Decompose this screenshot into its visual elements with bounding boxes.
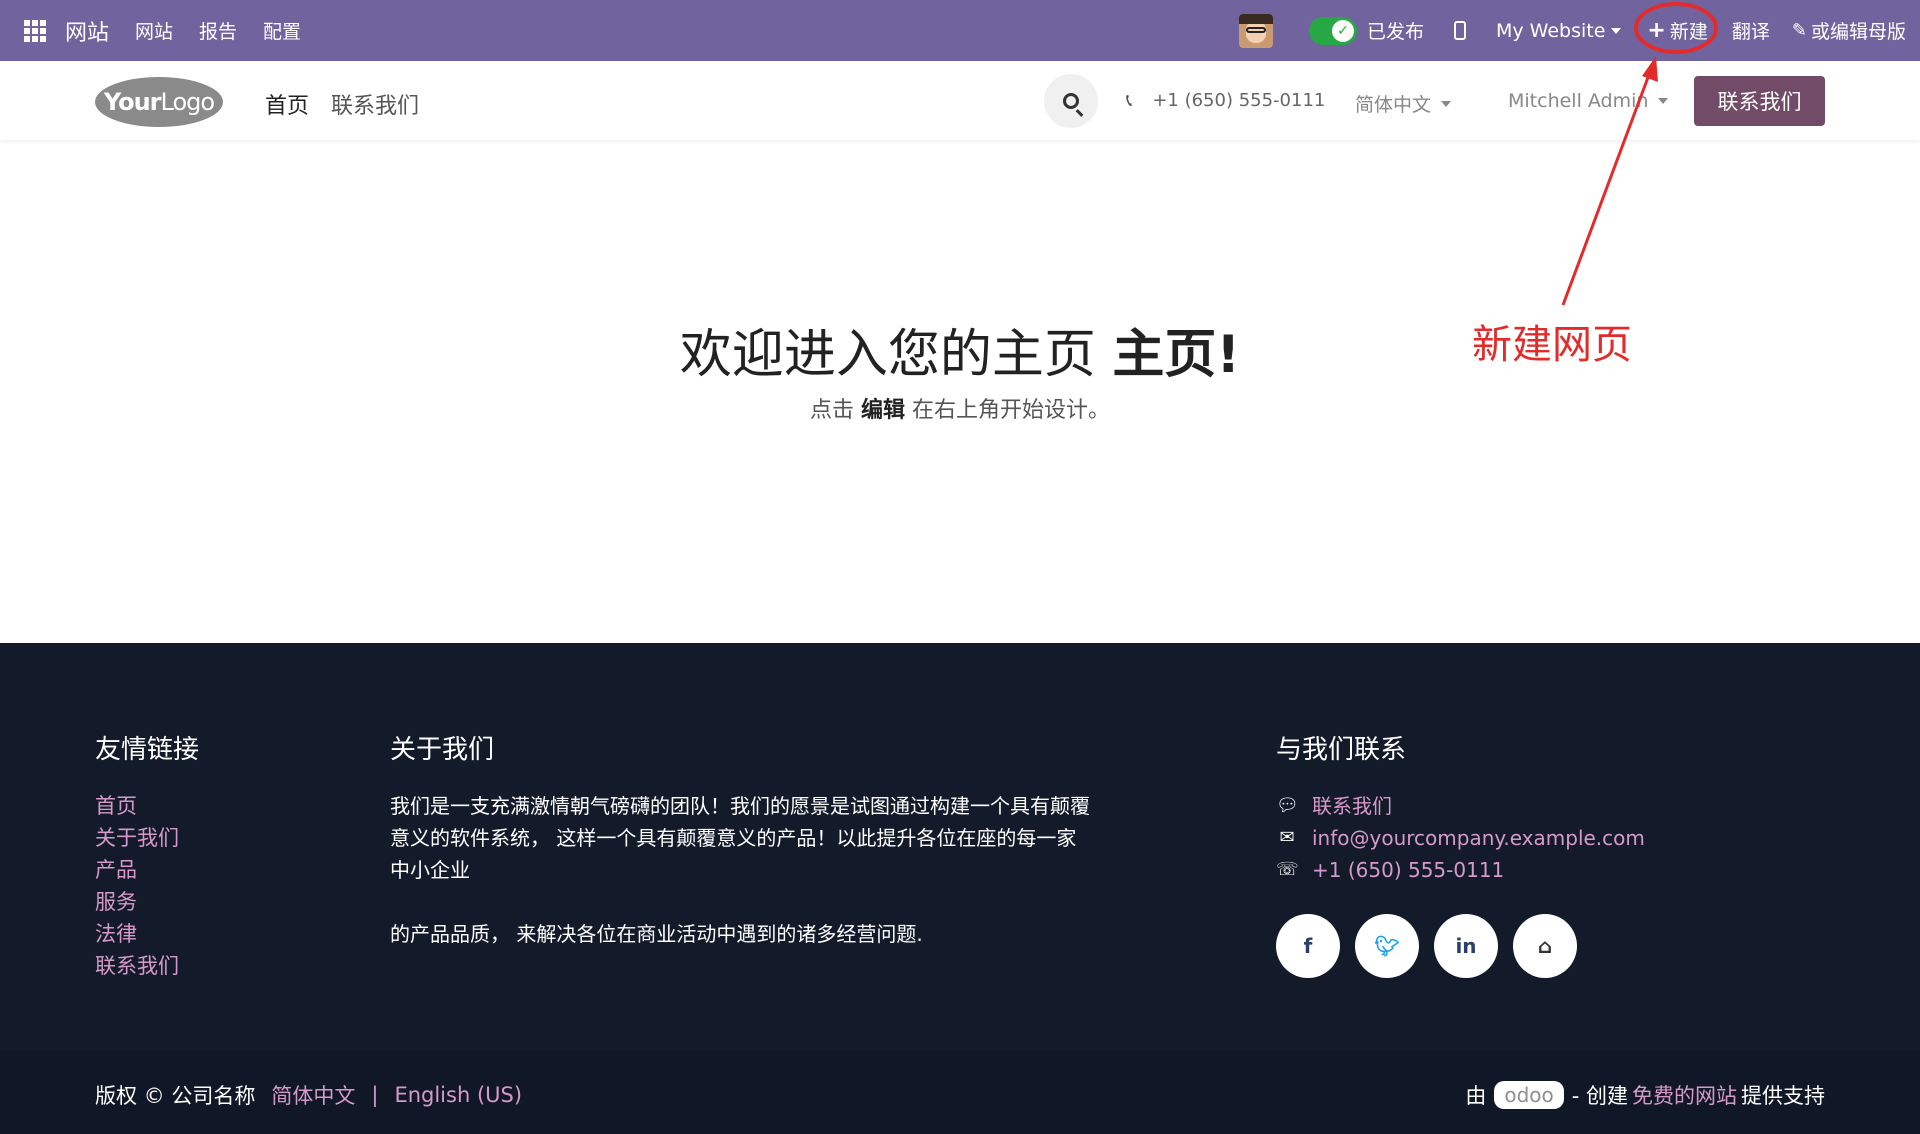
language-label: 简体中文 (1355, 94, 1432, 116)
publish-toggle[interactable]: ✓ (1308, 16, 1357, 45)
header-phone-number: +1 (650) 555-0111 (1152, 90, 1326, 111)
footer-link-services[interactable]: 服务 (95, 886, 199, 918)
footer-phone: +1 (650) 555-0111 (1312, 858, 1505, 882)
footer-about-title: 关于我们 (390, 735, 495, 765)
home-icon[interactable]: ⌂ (1513, 914, 1577, 978)
footer-link-contact[interactable]: 联系我们 (95, 950, 199, 982)
phone-icon: ☏ (1276, 859, 1299, 880)
subtitle-bold: 编辑 (860, 398, 905, 423)
copyright-bar: 版权 © 公司名称 简体中文 | English (US) 由 odoo - 创… (0, 1050, 1920, 1134)
admin-bar: 网站 网站 报告 配置 ✓ 已发布 My Website + 新建 翻译 ✎ 或… (0, 0, 1920, 61)
footer-link-legal[interactable]: 法律 (95, 918, 199, 950)
edit-button[interactable]: ✎ 或编辑母版 (1792, 17, 1906, 44)
linkedin-icon[interactable]: in (1434, 914, 1498, 978)
footer: 友情链接 首页 关于我们 产品 服务 法律 联系我们 关于我们 我们是一支充满激… (0, 643, 1920, 1050)
search-button[interactable] (1044, 74, 1098, 128)
nav-home[interactable]: 首页 (265, 88, 309, 120)
logo-text-logo: Logo (160, 88, 216, 116)
user-name: Mitchell Admin (1508, 90, 1649, 112)
lang-zh-link[interactable]: 简体中文 (271, 1080, 355, 1110)
check-icon: ✓ (1331, 19, 1354, 42)
site-header: Your Logo 首页 联系我们 📞︎ +1 (650) 555-0111 简体… (0, 61, 1920, 140)
subtitle-prefix: 点击 (809, 398, 854, 423)
powered-by-create: - 创建 (1571, 1084, 1628, 1108)
title-suffix: ! (1216, 325, 1241, 385)
admin-bar-right: ✓ 已发布 My Website + 新建 翻译 ✎ 或编辑母版 (1238, 0, 1920, 61)
free-website-link[interactable]: 免费的网站 (1632, 1080, 1737, 1110)
footer-phone-link[interactable]: ☏ +1 (650) 555-0111 (1276, 854, 1645, 886)
publish-label[interactable]: 已发布 (1367, 17, 1424, 44)
footer-email: info@yourcompany.example.com (1312, 826, 1645, 850)
chevron-down-icon (1441, 100, 1452, 107)
user-menu[interactable]: Mitchell Admin (1508, 90, 1669, 112)
footer-link-products[interactable]: 产品 (95, 854, 199, 886)
menu-reports[interactable]: 报告 (199, 17, 237, 44)
nav-contact[interactable]: 联系我们 (331, 88, 419, 120)
main-nav: 首页 联系我们 (265, 88, 441, 120)
footer-contact-column: 与我们联系 💬︎ 联系我们 ✉ info@yourcompany.example… (1276, 729, 1645, 978)
footer-email-link[interactable]: ✉ info@yourcompany.example.com (1276, 822, 1645, 854)
footer-links-column: 友情链接 首页 关于我们 产品 服务 法律 联系我们 (95, 729, 199, 982)
user-avatar[interactable] (1238, 13, 1273, 48)
search-icon (1063, 93, 1079, 109)
app-brand[interactable]: 网站 (65, 15, 109, 47)
page-subtitle: 点击 编辑 在右上角开始设计。 (0, 392, 1920, 424)
edit-label: 或编辑母版 (1810, 21, 1906, 43)
logo-text-your: Your (103, 88, 162, 116)
footer-contact-title: 与我们联系 (1276, 735, 1407, 765)
title-bold: 主页 (1112, 325, 1217, 385)
lang-separator: | (371, 1083, 379, 1107)
website-select[interactable]: My Website (1496, 19, 1622, 42)
copyright-text: 版权 © 公司名称 (95, 1084, 256, 1108)
footer-about-text-1: 我们是一支充满激情朝气磅礴的团队！我们的愿景是试图通过构建一个具有颠覆意义的软件… (390, 794, 1090, 882)
new-page-button[interactable]: + 新建 (1647, 17, 1707, 44)
subtitle-suffix: 在右上角开始设计。 (912, 398, 1111, 423)
translate-button[interactable]: 翻译 (1732, 17, 1770, 44)
header-phone[interactable]: 📞︎ +1 (650) 555-0111 (1126, 90, 1325, 111)
powered-by-suffix: 提供支持 (1741, 1084, 1825, 1108)
new-page-label: 新建 (1669, 21, 1708, 43)
website-select-label: My Website (1496, 19, 1606, 42)
chevron-down-icon (1611, 27, 1622, 34)
language-select[interactable]: 简体中文 (1355, 90, 1452, 117)
twitter-icon[interactable]: 🐦︎ (1355, 914, 1419, 978)
footer-about-text-2: 的产品品质， 来解决各位在商业活动中遇到的诸多经营问题. (390, 922, 923, 946)
annotation-label: 新建网页 (1472, 322, 1632, 368)
page-title: 欢迎进入您的主页 主页! (0, 312, 1920, 387)
social-links: f 🐦︎ in ⌂ (1276, 914, 1645, 978)
footer-contact-link-label: 联系我们 (1312, 794, 1392, 818)
footer-link-about[interactable]: 关于我们 (95, 822, 199, 854)
phone-icon: 📞︎ (1126, 90, 1133, 111)
envelope-icon: ✉ (1279, 827, 1295, 848)
lang-en-link[interactable]: English (US) (394, 1083, 522, 1107)
powered-by-prefix: 由 (1465, 1084, 1487, 1108)
comment-icon: 💬︎ (1276, 795, 1299, 816)
menu-config[interactable]: 配置 (263, 17, 301, 44)
mobile-preview-icon[interactable] (1454, 21, 1466, 40)
odoo-logo[interactable]: odoo (1494, 1081, 1564, 1109)
menu-website[interactable]: 网站 (135, 17, 173, 44)
apps-menu-icon[interactable] (24, 19, 46, 42)
footer-contact-link[interactable]: 💬︎ 联系我们 (1276, 790, 1645, 822)
pencil-icon: ✎ (1791, 20, 1807, 41)
footer-link-home[interactable]: 首页 (95, 790, 199, 822)
contact-us-button[interactable]: 联系我们 (1694, 76, 1825, 126)
site-logo[interactable]: Your Logo (95, 77, 223, 127)
footer-links-title: 友情链接 (95, 735, 200, 765)
chevron-down-icon (1658, 98, 1669, 104)
facebook-icon[interactable]: f (1276, 914, 1340, 978)
footer-about-column: 关于我们 我们是一支充满激情朝气磅礴的团队！我们的愿景是试图通过构建一个具有颠覆… (390, 729, 1090, 950)
plus-icon: + (1647, 18, 1666, 43)
title-prefix: 欢迎进入您的主页 (679, 325, 1096, 385)
